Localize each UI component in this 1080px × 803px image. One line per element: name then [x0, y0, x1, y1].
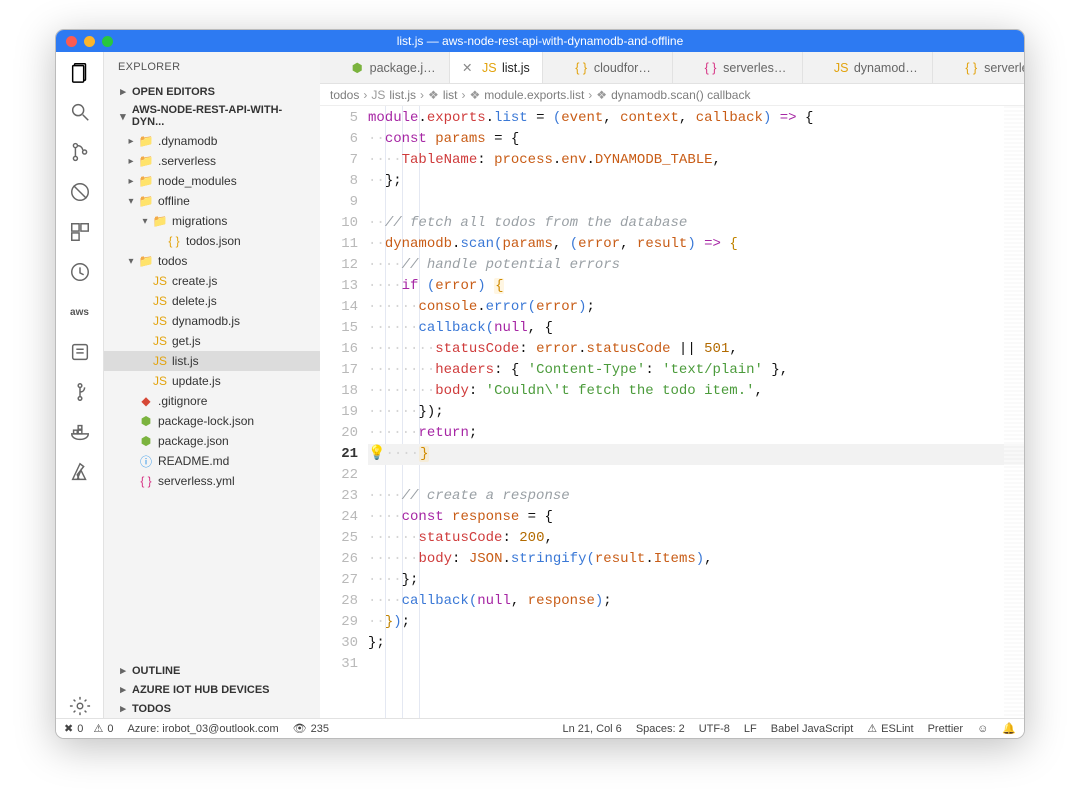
aws-icon[interactable]: aws	[68, 300, 92, 324]
section-open-editors[interactable]: ▸OPEN EDITORS	[104, 82, 320, 101]
code-body[interactable]: module.exports.list = (event, context, c…	[368, 106, 1024, 718]
tabs: ⬢package.json✕JSlist.js{ }cloudformati{ …	[320, 52, 1024, 84]
close-window-button[interactable]	[66, 36, 77, 47]
tree-item-node_modules[interactable]: ▸📁node_modules	[104, 171, 320, 191]
git-graph-icon[interactable]	[68, 380, 92, 404]
section-project[interactable]: ▾AWS-NODE-REST-API-WITH-DYN...	[104, 101, 320, 131]
tree-item-package-lock-json[interactable]: ⬢package-lock.json	[104, 411, 320, 431]
tab-list-js[interactable]: ✕JSlist.js	[450, 52, 543, 83]
explorer-icon[interactable]	[68, 60, 92, 84]
notes-icon[interactable]	[68, 340, 92, 364]
breadcrumb-item[interactable]: module.exports.list	[484, 88, 584, 102]
editor[interactable]: 5678910111213141516171819202122232425262…	[320, 106, 1024, 718]
tree-item-migrations[interactable]: ▾📁migrations	[104, 211, 320, 231]
timeline-icon[interactable]	[68, 260, 92, 284]
tab-serverless-s[interactable]: { }serverless-s	[933, 52, 1025, 83]
status-prettier[interactable]: Prettier	[928, 723, 963, 735]
status-eye[interactable]: 👁 235	[293, 722, 329, 735]
tab-cloudformati[interactable]: { }cloudformati	[543, 52, 673, 83]
debug-icon[interactable]	[68, 180, 92, 204]
tab-serverless-yr[interactable]: { }serverless.yr	[673, 52, 803, 83]
tree-item--serverless[interactable]: ▸📁.serverless	[104, 151, 320, 171]
titlebar[interactable]: list.js — aws-node-rest-api-with-dynamod…	[56, 30, 1024, 52]
status-errors[interactable]: ✖ 0 ⚠ 0	[64, 722, 113, 735]
status-encoding[interactable]: UTF-8	[699, 723, 730, 735]
status-bar: ✖ 0 ⚠ 0 Azure: irobot_03@outlook.com 👁 2…	[56, 718, 1024, 738]
tree-item-delete-js[interactable]: JSdelete.js	[104, 291, 320, 311]
close-icon[interactable]: ✕	[462, 60, 476, 75]
explorer-header: EXPLORER	[104, 52, 320, 82]
status-spaces[interactable]: Spaces: 2	[636, 723, 685, 735]
azure-icon[interactable]	[68, 460, 92, 484]
docker-icon[interactable]	[68, 420, 92, 444]
tree-item-todos[interactable]: ▾📁todos	[104, 251, 320, 271]
section-todos[interactable]: ▸TODOS	[104, 699, 320, 718]
tree-item-get-js[interactable]: JSget.js	[104, 331, 320, 351]
editor-column: ⬢package.json✕JSlist.js{ }cloudformati{ …	[320, 52, 1024, 718]
section-outline[interactable]: ▸OUTLINE	[104, 661, 320, 680]
zoom-window-button[interactable]	[102, 36, 113, 47]
tree-item-offline[interactable]: ▾📁offline	[104, 191, 320, 211]
minimize-window-button[interactable]	[84, 36, 95, 47]
breadcrumb-item[interactable]: todos	[330, 88, 359, 102]
tab-package-json[interactable]: ⬢package.json	[320, 52, 450, 83]
settings-gear-icon[interactable]	[68, 694, 92, 718]
search-icon[interactable]	[68, 100, 92, 124]
status-eslint[interactable]: ⚠ ESLint	[867, 722, 913, 735]
status-eol[interactable]: LF	[744, 723, 757, 735]
tree-item-create-js[interactable]: JScreate.js	[104, 271, 320, 291]
status-feedback-icon[interactable]: ☺	[977, 723, 988, 735]
status-bell-icon[interactable]: 🔔	[1002, 722, 1016, 735]
tree-item-package-json[interactable]: ⬢package.json	[104, 431, 320, 451]
tree-item-todos-json[interactable]: { }todos.json	[104, 231, 320, 251]
activity-bar: aws	[56, 52, 104, 718]
tree-item-dynamodb-js[interactable]: JSdynamodb.js	[104, 311, 320, 331]
section-azure[interactable]: ▸AZURE IOT HUB DEVICES	[104, 680, 320, 699]
tree-item--gitignore[interactable]: ◆.gitignore	[104, 391, 320, 411]
breadcrumb-item[interactable]: list	[443, 88, 458, 102]
tree-item-README-md[interactable]: ⓘREADME.md	[104, 451, 320, 471]
tree-item-update-js[interactable]: JSupdate.js	[104, 371, 320, 391]
window-title: list.js — aws-node-rest-api-with-dynamod…	[56, 34, 1024, 48]
breadcrumb-item[interactable]: list.js	[389, 88, 416, 102]
status-azure[interactable]: Azure: irobot_03@outlook.com	[127, 723, 278, 735]
extensions-icon[interactable]	[68, 220, 92, 244]
line-gutter: 5678910111213141516171819202122232425262…	[320, 106, 368, 718]
status-lncol[interactable]: Ln 21, Col 6	[562, 723, 621, 735]
tree-item-serverless-yml[interactable]: { }serverless.yml	[104, 471, 320, 491]
breadcrumb[interactable]: todos›JSlist.js›❖list›❖module.exports.li…	[320, 84, 1024, 106]
sidebar: EXPLORER ▸OPEN EDITORS ▾AWS-NODE-REST-AP…	[104, 52, 320, 718]
file-tree: ▸📁.dynamodb▸📁.serverless▸📁node_modules▾📁…	[104, 131, 320, 661]
tree-item-list-js[interactable]: JSlist.js	[104, 351, 320, 371]
source-control-icon[interactable]	[68, 140, 92, 164]
vscode-window: list.js — aws-node-rest-api-with-dynamod…	[55, 29, 1025, 739]
status-lang[interactable]: Babel JavaScript	[771, 723, 854, 735]
window-controls	[66, 36, 113, 47]
tree-item--dynamodb[interactable]: ▸📁.dynamodb	[104, 131, 320, 151]
tab-dynamodb-js[interactable]: JSdynamodb.js	[803, 52, 933, 83]
breadcrumb-item[interactable]: dynamodb.scan() callback	[611, 88, 750, 102]
